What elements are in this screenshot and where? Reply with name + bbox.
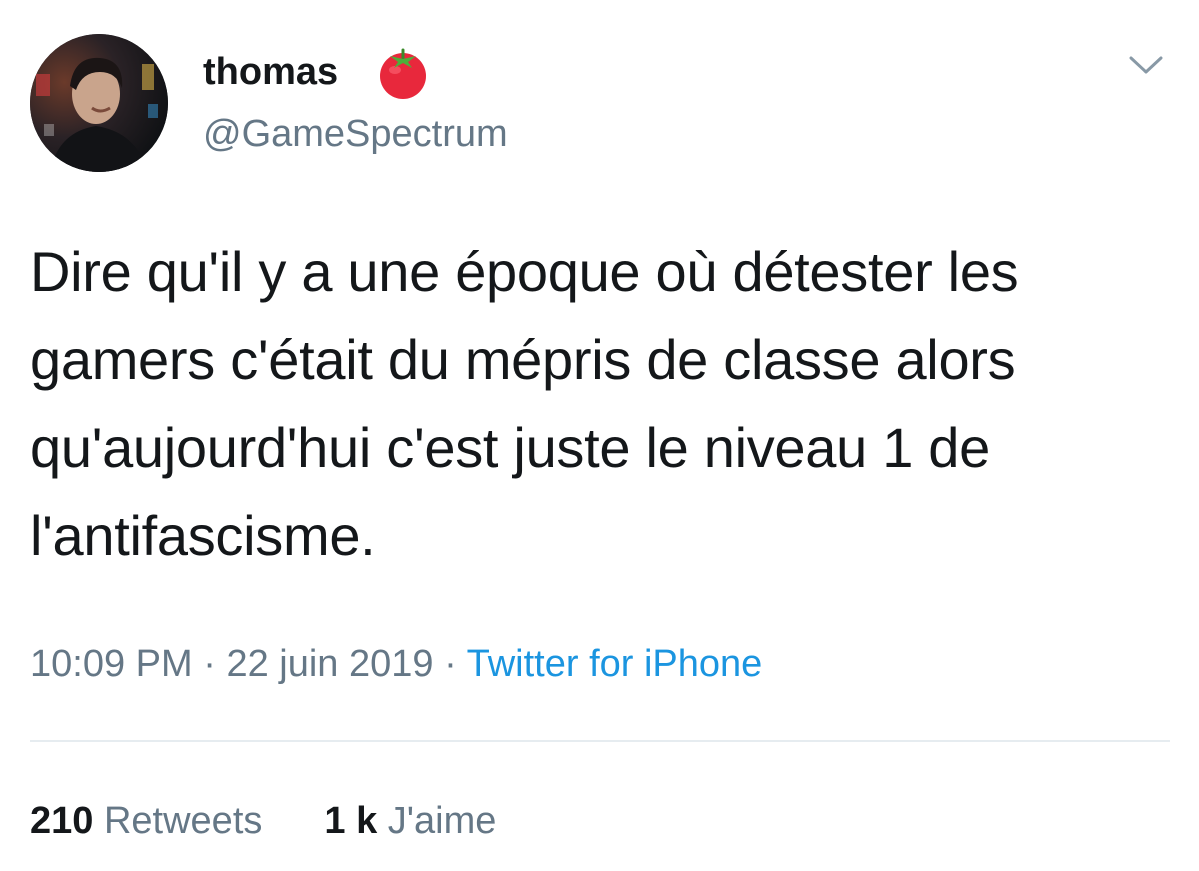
user-handle[interactable]: @GameSpectrum (203, 110, 508, 158)
avatar[interactable] (30, 34, 168, 172)
retweets-stat[interactable]: 210 Retweets (30, 797, 262, 845)
meta-separator: · (433, 643, 467, 685)
likes-stat[interactable]: 1 k J'aime (324, 797, 496, 845)
tweet-date[interactable]: 22 juin 2019 (226, 643, 433, 685)
chevron-down-icon[interactable] (1125, 50, 1167, 80)
likes-count: 1 k (324, 800, 378, 842)
tweet-source-link[interactable]: Twitter for iPhone (467, 643, 763, 685)
tweet-text: Dire qu'il y a une époque où détester le… (30, 240, 1019, 567)
display-name[interactable]: thomas (203, 48, 338, 96)
likes-label: J'aime (387, 800, 497, 842)
tweet-time[interactable]: 10:09 PM (30, 643, 193, 685)
avatar-photo (30, 34, 168, 172)
tweet-meta: 10:09 PM · 22 juin 2019 · Twitter for iP… (30, 640, 762, 688)
tweet-stats: 210 Retweets 1 k J'aime (30, 797, 496, 845)
meta-separator: · (192, 643, 227, 685)
tomato-icon (380, 48, 426, 99)
retweets-label: Retweets (103, 800, 263, 842)
retweets-count: 210 (30, 800, 94, 842)
divider (30, 740, 1170, 742)
